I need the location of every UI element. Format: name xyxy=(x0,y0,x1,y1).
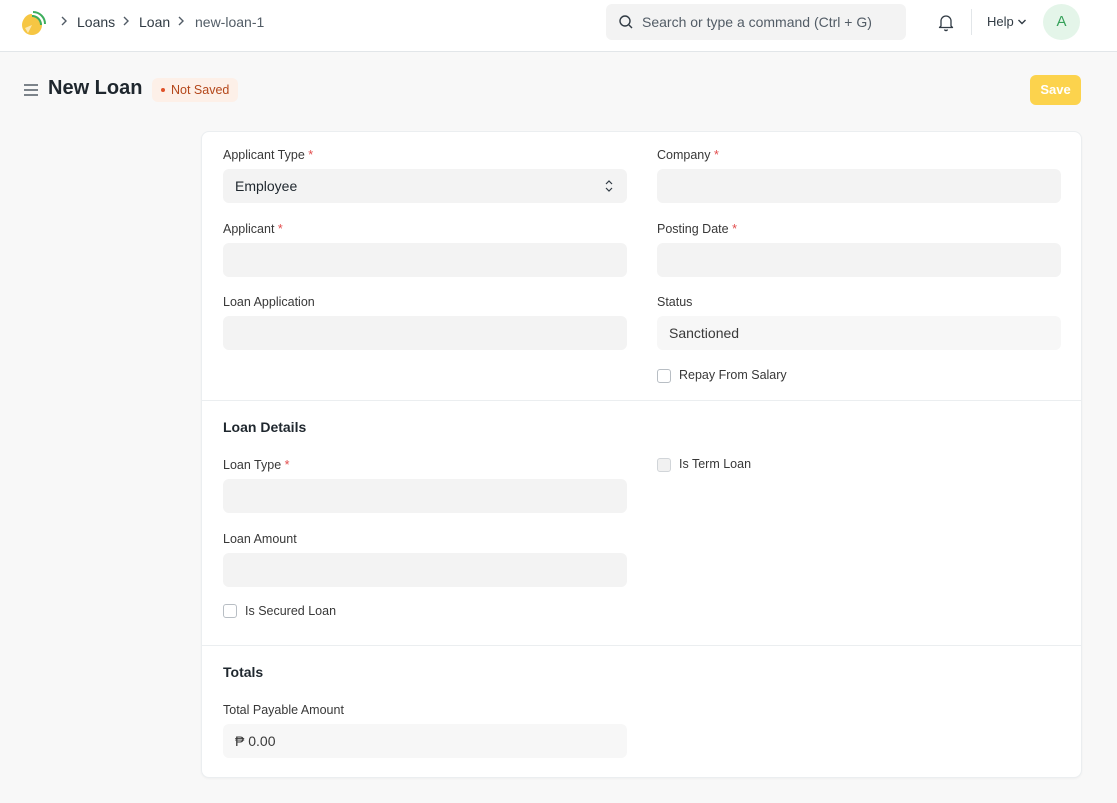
loan-amount-label: Loan Amount xyxy=(223,532,297,546)
required-asterisk: * xyxy=(277,222,283,236)
posting-date-field[interactable] xyxy=(657,243,1061,277)
breadcrumb-loan[interactable]: Loan xyxy=(139,13,170,31)
required-asterisk: * xyxy=(284,458,290,472)
repay-from-salary-label[interactable]: Repay From Salary xyxy=(679,368,787,382)
is-term-loan-checkbox[interactable] xyxy=(657,458,671,472)
status-badge-label: Not Saved xyxy=(171,83,230,97)
applicant-label-text: Applicant xyxy=(223,222,275,236)
loan-type-label-text: Loan Type xyxy=(223,458,282,472)
chevron-right-icon xyxy=(123,16,129,26)
page-title: New Loan xyxy=(48,77,143,99)
breadcrumb-current[interactable]: new-loan-1 xyxy=(195,13,264,31)
help-menu[interactable]: Help xyxy=(987,14,1014,29)
section-title-totals[interactable]: Totals xyxy=(223,664,263,680)
navbar-divider xyxy=(971,9,972,35)
loan-amount-field[interactable] xyxy=(223,553,627,587)
section-title-loan-details[interactable]: Loan Details xyxy=(223,419,306,435)
loan-type-field[interactable] xyxy=(223,479,627,513)
search-icon xyxy=(619,15,633,29)
save-button[interactable]: Save xyxy=(1030,75,1081,105)
chevron-right-icon xyxy=(61,16,67,26)
breadcrumb-loans[interactable]: Loans xyxy=(77,13,115,31)
bell-icon[interactable] xyxy=(936,12,956,32)
is-secured-loan-checkbox[interactable] xyxy=(223,604,237,618)
search-input[interactable]: Search or type a command (Ctrl + G) xyxy=(606,4,906,40)
company-field[interactable] xyxy=(657,169,1061,203)
total-payable-amount-field: ₱ 0.00 xyxy=(223,724,627,758)
posting-date-label: Posting Date * xyxy=(657,222,737,236)
app-logo-icon[interactable] xyxy=(21,10,47,36)
loan-type-label: Loan Type * xyxy=(223,458,290,472)
applicant-field[interactable] xyxy=(223,243,627,277)
hamburger-icon[interactable] xyxy=(23,83,39,97)
section-divider xyxy=(202,645,1081,646)
required-asterisk: * xyxy=(732,222,737,236)
posting-date-label-text: Posting Date xyxy=(657,222,729,236)
applicant-type-value: Employee xyxy=(235,178,298,194)
is-term-loan-label[interactable]: Is Term Loan xyxy=(679,457,751,471)
loan-application-field[interactable] xyxy=(223,316,627,350)
applicant-type-label-text: Applicant Type xyxy=(223,148,305,162)
avatar[interactable]: A xyxy=(1043,4,1080,40)
total-payable-amount-label: Total Payable Amount xyxy=(223,703,344,717)
status-badge: Not Saved xyxy=(152,78,239,102)
required-asterisk: * xyxy=(713,148,719,162)
status-label: Status xyxy=(657,295,693,309)
chevron-down-icon[interactable] xyxy=(1017,18,1027,26)
applicant-type-select[interactable]: Employee xyxy=(223,169,627,203)
applicant-label: Applicant * xyxy=(223,222,283,236)
navbar: Loans Loan new-loan-1 Search or type a c… xyxy=(0,0,1117,52)
search-placeholder: Search or type a command (Ctrl + G) xyxy=(642,14,872,30)
applicant-type-label: Applicant Type * xyxy=(223,148,313,162)
status-field: Sanctioned xyxy=(657,316,1061,350)
section-divider xyxy=(202,400,1081,401)
is-secured-loan-label[interactable]: Is Secured Loan xyxy=(245,604,336,618)
company-label: Company * xyxy=(657,148,719,162)
form-card: Applicant Type * Employee Company * Appl… xyxy=(201,131,1082,778)
status-dot xyxy=(161,87,165,92)
company-label-text: Company xyxy=(657,148,711,162)
select-arrows-icon xyxy=(605,180,613,192)
repay-from-salary-checkbox[interactable] xyxy=(657,369,671,383)
loan-application-label: Loan Application xyxy=(223,295,315,309)
required-asterisk: * xyxy=(308,148,314,162)
chevron-right-icon xyxy=(178,16,184,26)
